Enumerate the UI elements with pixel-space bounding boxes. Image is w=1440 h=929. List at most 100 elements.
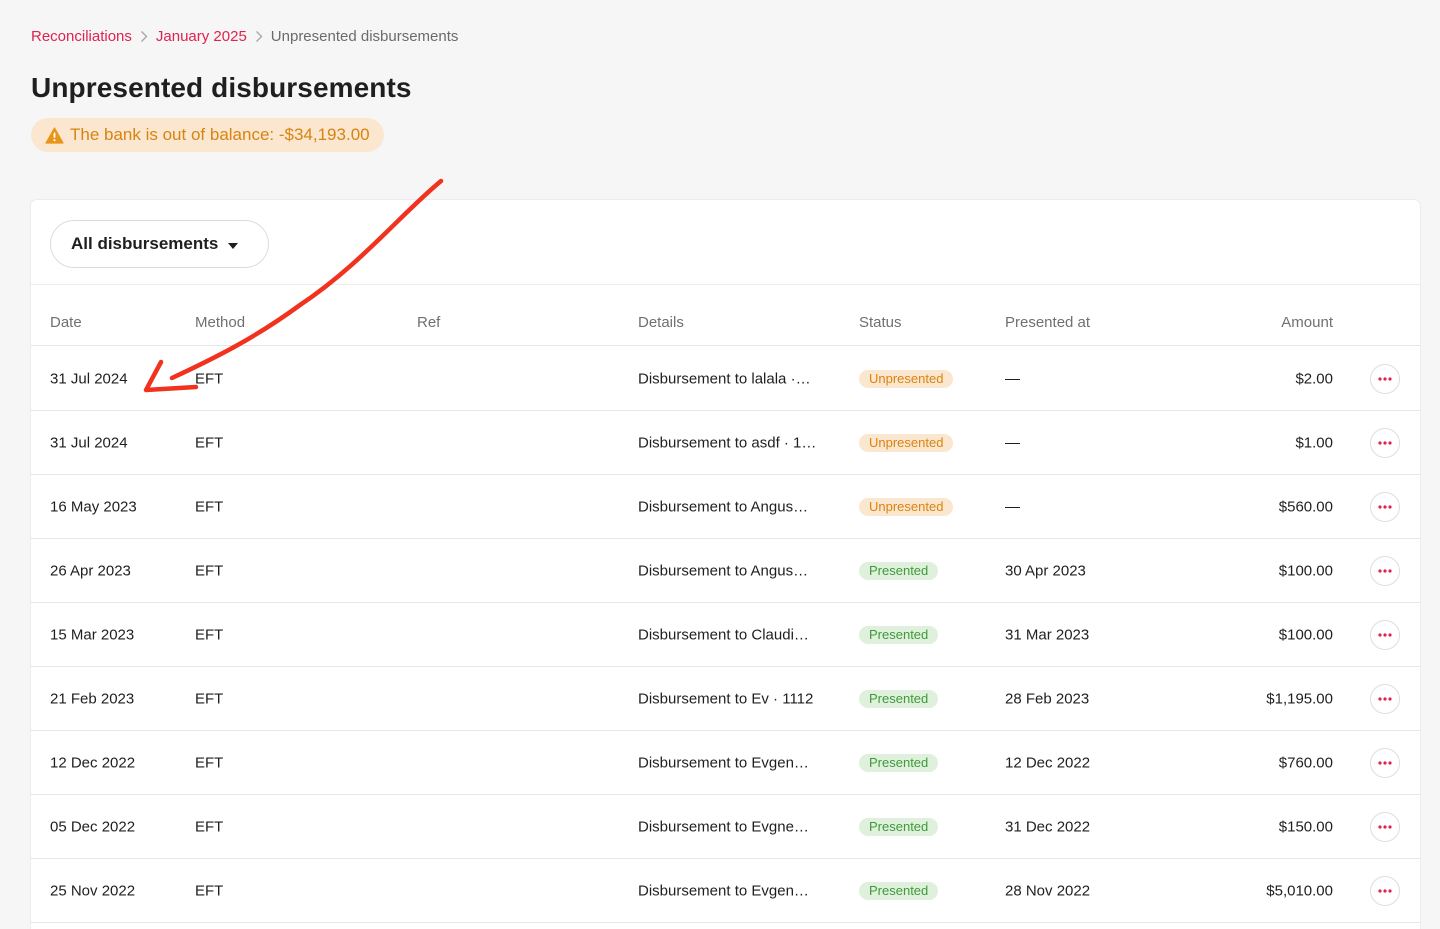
status-badge: Unpresented bbox=[859, 497, 954, 516]
row-actions-button[interactable] bbox=[1370, 683, 1400, 714]
status-badge: Presented bbox=[859, 881, 939, 900]
breadcrumb-current: Unpresented disbursements bbox=[270, 28, 459, 45]
cell-method: EFT bbox=[195, 754, 224, 771]
row-actions-button[interactable] bbox=[1370, 555, 1400, 586]
cell-date: 26 Apr 2023 bbox=[50, 562, 131, 579]
cell-presented-at: 12 Dec 2022 bbox=[1005, 754, 1091, 771]
cell-method: EFT bbox=[195, 690, 224, 707]
cell-details[interactable]: Disbursement to Evgen… bbox=[638, 882, 809, 899]
cell-presented-at: — bbox=[1005, 370, 1020, 387]
cell-method: EFT bbox=[195, 370, 224, 387]
table-row[interactable]: 31 Jul 2024 EFT Disbursement to asdf · 1… U… bbox=[31, 411, 1420, 475]
cell-details[interactable]: Disbursement to asdf · 1… bbox=[638, 434, 816, 451]
cell-date: 21 Feb 2023 bbox=[50, 690, 135, 707]
cell-amount: $5,010.00 bbox=[1266, 882, 1333, 899]
cell-actions bbox=[1370, 491, 1400, 522]
table-row[interactable]: 15 Mar 2023 EFT Disbursement to Claudi… Pre… bbox=[31, 603, 1420, 667]
row-actions-button[interactable] bbox=[1370, 363, 1400, 394]
more-horizontal-icon bbox=[1378, 760, 1392, 765]
row-actions-button[interactable] bbox=[1370, 747, 1400, 778]
cell-details[interactable]: Disbursement to Evgne… bbox=[638, 818, 809, 835]
cell-amount: $1,195.00 bbox=[1266, 690, 1333, 707]
more-horizontal-icon bbox=[1378, 568, 1392, 573]
cell-method: EFT bbox=[195, 626, 224, 643]
cell-actions bbox=[1370, 747, 1400, 778]
breadcrumb-january-2025[interactable]: January 2025 bbox=[156, 28, 247, 45]
cell-presented-at: 31 Mar 2023 bbox=[1005, 626, 1090, 643]
cell-date: 16 May 2023 bbox=[50, 498, 137, 515]
column-header-method[interactable]: Method bbox=[195, 314, 245, 331]
status-badge: Presented bbox=[859, 817, 939, 836]
row-actions-button[interactable] bbox=[1370, 811, 1400, 842]
cell-details[interactable]: Disbursement to Angus… bbox=[638, 562, 808, 579]
status-badge: Presented bbox=[859, 753, 939, 772]
more-horizontal-icon bbox=[1378, 440, 1392, 445]
table-row[interactable]: 21 Feb 2023 EFT Disbursement to Ev · 1112 P… bbox=[31, 667, 1420, 731]
cell-method: EFT bbox=[195, 498, 224, 515]
column-header-details[interactable]: Details bbox=[638, 314, 684, 331]
cell-presented-at: — bbox=[1005, 498, 1020, 515]
row-actions-button[interactable] bbox=[1370, 619, 1400, 650]
cell-status: Presented bbox=[859, 561, 939, 580]
cell-amount: $100.00 bbox=[1278, 626, 1333, 643]
breadcrumb-reconciliations[interactable]: Reconciliations bbox=[31, 28, 132, 45]
more-horizontal-icon bbox=[1378, 632, 1392, 637]
table-row[interactable]: 12 Dec 2022 EFT Disbursement to Evgen… Pres… bbox=[31, 731, 1420, 795]
cell-actions bbox=[1370, 683, 1400, 714]
cell-status: Presented bbox=[859, 753, 939, 772]
caret-down-icon bbox=[228, 234, 239, 254]
table-row[interactable]: 31 Jul 2024 EFT Disbursement to lalala ·… U… bbox=[31, 347, 1420, 411]
cell-date: 31 Jul 2024 bbox=[50, 370, 128, 387]
out-of-balance-warning: The bank is out of balance: -$34,193.00 bbox=[31, 118, 384, 152]
cell-details[interactable]: Disbursement to lalala ·… bbox=[638, 370, 811, 387]
cell-presented-at: 31 Dec 2022 bbox=[1005, 818, 1091, 835]
cell-status: Presented bbox=[859, 817, 939, 836]
cell-presented-at: 28 Nov 2022 bbox=[1005, 882, 1091, 899]
cell-details[interactable]: Disbursement to Claudi… bbox=[638, 626, 809, 643]
cell-actions bbox=[1370, 555, 1400, 586]
cell-actions bbox=[1370, 619, 1400, 650]
status-badge: Presented bbox=[859, 561, 939, 580]
cell-status: Presented bbox=[859, 689, 939, 708]
cell-actions bbox=[1370, 427, 1400, 458]
breadcrumb: Reconciliations January 2025 Unpresented… bbox=[31, 28, 458, 45]
more-horizontal-icon bbox=[1378, 504, 1392, 509]
column-header-status[interactable]: Status bbox=[859, 314, 902, 331]
cell-status: Presented bbox=[859, 881, 939, 900]
table-row[interactable]: 26 Apr 2023 EFT Disbursement to Angus… Pres… bbox=[31, 539, 1420, 603]
warning-text: The bank is out of balance: -$34,193.00 bbox=[70, 125, 370, 144]
cell-amount: $2.00 bbox=[1295, 370, 1333, 387]
column-header-date[interactable]: Date bbox=[50, 314, 82, 331]
row-actions-button[interactable] bbox=[1370, 875, 1400, 906]
cell-details[interactable]: Disbursement to Evgen… bbox=[638, 754, 809, 771]
cell-status: Unpresented bbox=[859, 433, 954, 452]
status-badge: Presented bbox=[859, 689, 939, 708]
column-header-amount[interactable]: Amount bbox=[1281, 314, 1333, 331]
cell-status: Unpresented bbox=[859, 497, 954, 516]
table-row[interactable]: 25 Nov 2022 EFT Disbursement to Evgen… Pres… bbox=[31, 859, 1420, 923]
column-header-ref[interactable]: Ref bbox=[417, 314, 440, 331]
cell-date: 05 Dec 2022 bbox=[50, 818, 136, 835]
status-badge: Unpresented bbox=[859, 433, 954, 452]
more-horizontal-icon bbox=[1378, 888, 1392, 893]
chevron-right-icon bbox=[140, 30, 148, 43]
column-header-presented-at[interactable]: Presented at bbox=[1005, 314, 1090, 331]
cell-status: Presented bbox=[859, 625, 939, 644]
table-row[interactable]: 16 May 2023 EFT Disbursement to Angus… Unpr… bbox=[31, 475, 1420, 539]
cell-amount: $1.00 bbox=[1295, 434, 1333, 451]
cell-amount: $560.00 bbox=[1278, 498, 1333, 515]
cell-actions bbox=[1370, 811, 1400, 842]
table-row[interactable]: 05 Dec 2022 EFT Disbursement to Evgne… Pres… bbox=[31, 795, 1420, 859]
cell-actions bbox=[1370, 875, 1400, 906]
cell-details[interactable]: Disbursement to Ev · 1112 bbox=[638, 690, 813, 707]
cell-status: Unpresented bbox=[859, 369, 954, 388]
page-title: Unpresented disbursements bbox=[31, 72, 412, 103]
disbursements-filter-dropdown[interactable]: All disbursements bbox=[50, 220, 269, 268]
cell-amount: $760.00 bbox=[1278, 754, 1333, 771]
row-actions-button[interactable] bbox=[1370, 491, 1400, 522]
divider bbox=[31, 284, 1420, 285]
cell-method: EFT bbox=[195, 434, 224, 451]
cell-details[interactable]: Disbursement to Angus… bbox=[638, 498, 808, 515]
warning-triangle-icon bbox=[45, 126, 64, 144]
row-actions-button[interactable] bbox=[1370, 427, 1400, 458]
